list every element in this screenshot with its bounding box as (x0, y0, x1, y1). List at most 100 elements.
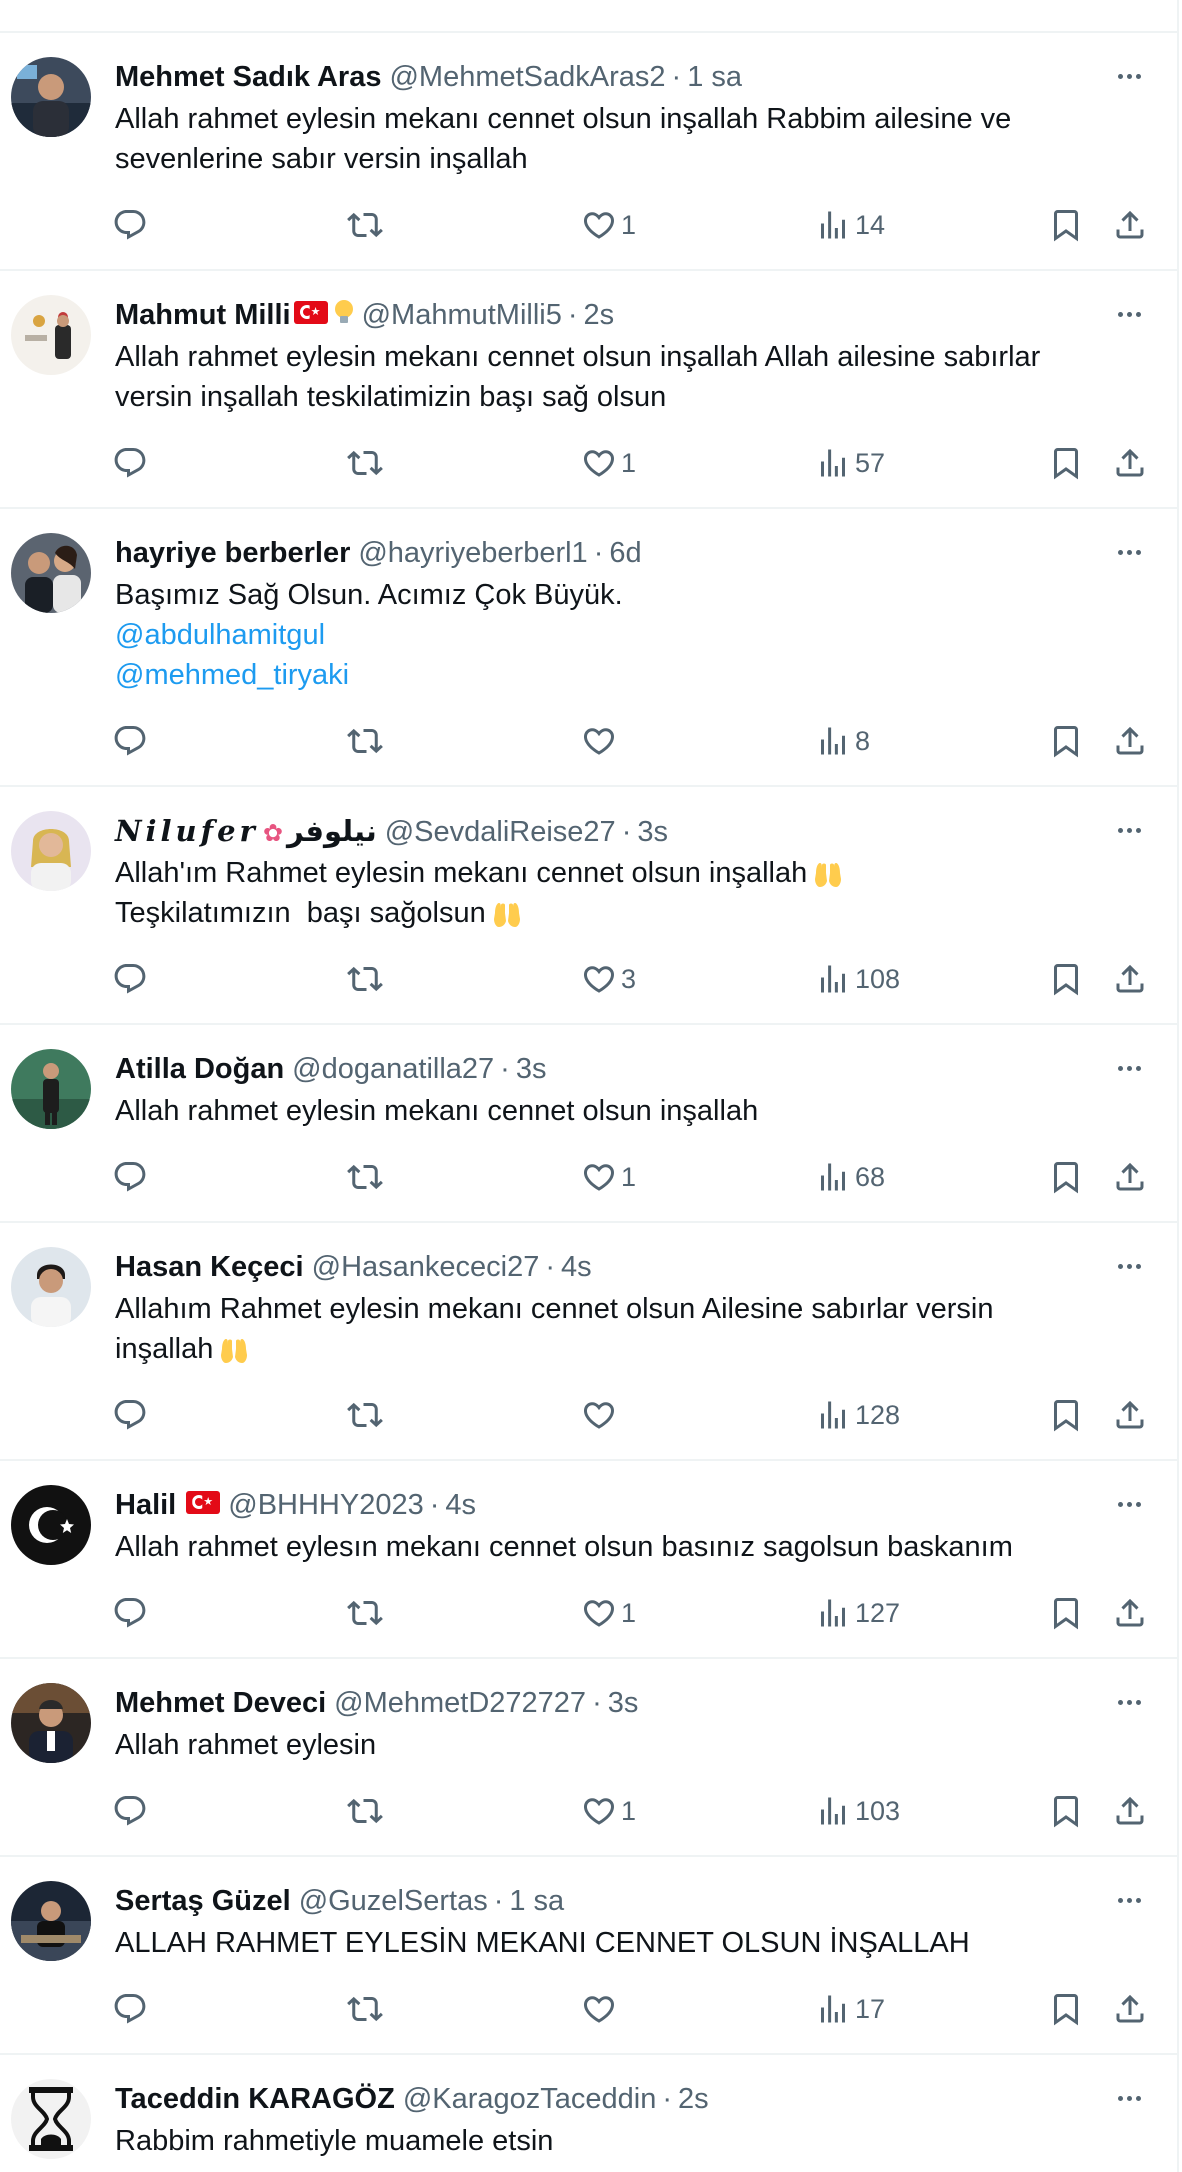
avatar[interactable] (11, 1247, 91, 1327)
display-name[interactable]: hayriye berberler (115, 533, 350, 573)
reply-button[interactable] (112, 721, 148, 761)
bookmark-button[interactable] (1048, 1791, 1084, 1831)
user-handle[interactable]: @doganatilla27 (292, 1049, 494, 1089)
reply-button[interactable] (112, 1593, 148, 1633)
retweet-button[interactable] (347, 1989, 383, 2029)
tweet[interactable]: Taceddin KARAGÖZ @KaragozTaceddin · 2s R… (0, 2055, 1177, 2172)
like-button[interactable] (581, 1989, 621, 2029)
like-button[interactable]: 1 (581, 1157, 636, 1197)
more-icon[interactable] (1111, 815, 1147, 845)
tweet[interactable]: Mahmut Milli @MahmutMilli5 · 2s Allah ra… (0, 271, 1177, 509)
display-name-suffix[interactable]: نيلوفر (287, 812, 377, 852)
timestamp[interactable]: 4s (561, 1247, 592, 1287)
views-button[interactable]: 8 (815, 721, 870, 761)
more-icon[interactable] (1111, 1053, 1147, 1083)
display-name[interactable]: Taceddin KARAGÖZ (115, 2079, 395, 2119)
bookmark-button[interactable] (1048, 205, 1084, 245)
tweet[interactable]: Atilla Doğan @doganatilla27 · 3s Allah r… (0, 1025, 1177, 1223)
like-button[interactable] (581, 721, 621, 761)
display-name[interactable]: Mahmut Milli (115, 295, 291, 335)
avatar[interactable] (11, 1485, 91, 1565)
reply-button[interactable] (112, 443, 148, 483)
like-button[interactable]: 1 (581, 1593, 636, 1633)
bookmark-button[interactable] (1048, 443, 1084, 483)
bookmark-button[interactable] (1048, 1157, 1084, 1197)
share-button[interactable] (1112, 443, 1148, 483)
views-button[interactable]: 14 (815, 205, 885, 245)
user-handle[interactable]: @MahmutMilli5 (362, 295, 562, 335)
views-button[interactable]: 108 (815, 959, 900, 999)
views-button[interactable]: 103 (815, 1791, 900, 1831)
timestamp[interactable]: 2s (584, 295, 615, 335)
retweet-button[interactable] (347, 1791, 383, 1831)
more-icon[interactable] (1111, 1251, 1147, 1281)
avatar[interactable] (11, 1049, 91, 1129)
user-handle[interactable]: @KaragozTaceddin (403, 2079, 657, 2119)
views-button[interactable]: 17 (815, 1989, 885, 2029)
timestamp[interactable]: 6d (609, 533, 641, 573)
timestamp[interactable]: 3s (637, 812, 668, 852)
like-button[interactable]: 1 (581, 443, 636, 483)
like-button[interactable]: 1 (581, 205, 636, 245)
share-button[interactable] (1112, 1989, 1148, 2029)
avatar[interactable] (11, 2079, 91, 2159)
views-button[interactable]: 68 (815, 1157, 885, 1197)
like-button[interactable]: 3 (581, 959, 636, 999)
timestamp[interactable]: 4s (445, 1485, 476, 1525)
display-name[interactable]: Halil (115, 1485, 176, 1525)
bookmark-button[interactable] (1048, 1395, 1084, 1435)
timestamp[interactable]: 1 sa (509, 1881, 564, 1921)
bookmark-button[interactable] (1048, 721, 1084, 761)
mention-link[interactable]: @mehmed_tiryaki (115, 655, 1141, 695)
user-handle[interactable]: @MehmetD272727 (334, 1683, 586, 1723)
retweet-button[interactable] (347, 443, 383, 483)
tweet[interactable]: Halil @BHHHY2023 · 4s Allah rahmet eyles… (0, 1461, 1177, 1659)
views-button[interactable]: 57 (815, 443, 885, 483)
more-icon[interactable] (1111, 1885, 1147, 1915)
retweet-button[interactable] (347, 1157, 383, 1197)
tweet[interactable]: 𝑵𝒊𝒍𝒖𝒇𝒆𝒓 ✿ نيلوفر @SevdaliReise27 · 3s Alla… (0, 787, 1177, 1025)
display-name[interactable]: 𝑵𝒊𝒍𝒖𝒇𝒆𝒓 (115, 811, 259, 851)
like-button[interactable] (581, 1395, 621, 1435)
user-handle[interactable]: @SevdaliReise27 (385, 812, 616, 852)
display-name[interactable]: Hasan Keçeci (115, 1247, 304, 1287)
views-button[interactable]: 128 (815, 1395, 900, 1435)
user-handle[interactable]: @hayriyeberberl1 (358, 533, 587, 573)
bookmark-button[interactable] (1048, 959, 1084, 999)
timestamp[interactable]: 3s (516, 1049, 547, 1089)
more-icon[interactable] (1111, 1489, 1147, 1519)
avatar[interactable] (11, 811, 91, 891)
display-name[interactable]: Mehmet Sadık Aras (115, 57, 381, 97)
more-icon[interactable] (1111, 2083, 1147, 2113)
like-button[interactable]: 1 (581, 1791, 636, 1831)
share-button[interactable] (1112, 1395, 1148, 1435)
user-handle[interactable]: @MehmetSadkAras2 (389, 57, 665, 97)
avatar[interactable] (11, 1881, 91, 1961)
tweet[interactable]: Mehmet Sadık Aras @MehmetSadkAras2 · 1 s… (0, 33, 1177, 271)
retweet-button[interactable] (347, 205, 383, 245)
retweet-button[interactable] (347, 959, 383, 999)
mention-link[interactable]: @abdulhamitgul (115, 615, 1141, 655)
avatar[interactable] (11, 57, 91, 137)
display-name[interactable]: Atilla Doğan (115, 1049, 284, 1089)
tweet[interactable]: Hasan Keçeci @Hasankececi27 · 4s Allahım… (0, 1223, 1177, 1461)
bookmark-button[interactable] (1048, 1593, 1084, 1633)
more-icon[interactable] (1111, 1687, 1147, 1717)
more-icon[interactable] (1111, 299, 1147, 329)
avatar[interactable] (11, 295, 91, 375)
share-button[interactable] (1112, 205, 1148, 245)
share-button[interactable] (1112, 1157, 1148, 1197)
bookmark-button[interactable] (1048, 1989, 1084, 2029)
display-name[interactable]: Sertaş Güzel (115, 1881, 291, 1921)
retweet-button[interactable] (347, 721, 383, 761)
user-handle[interactable]: @Hasankececi27 (312, 1247, 540, 1287)
avatar[interactable] (11, 533, 91, 613)
more-icon[interactable] (1111, 537, 1147, 567)
tweet[interactable]: Mehmet Deveci @MehmetD272727 · 3s Allah … (0, 1659, 1177, 1857)
share-button[interactable] (1112, 959, 1148, 999)
share-button[interactable] (1112, 1593, 1148, 1633)
retweet-button[interactable] (347, 1593, 383, 1633)
timestamp[interactable]: 3s (608, 1683, 639, 1723)
share-button[interactable] (1112, 1791, 1148, 1831)
views-button[interactable]: 127 (815, 1593, 900, 1633)
